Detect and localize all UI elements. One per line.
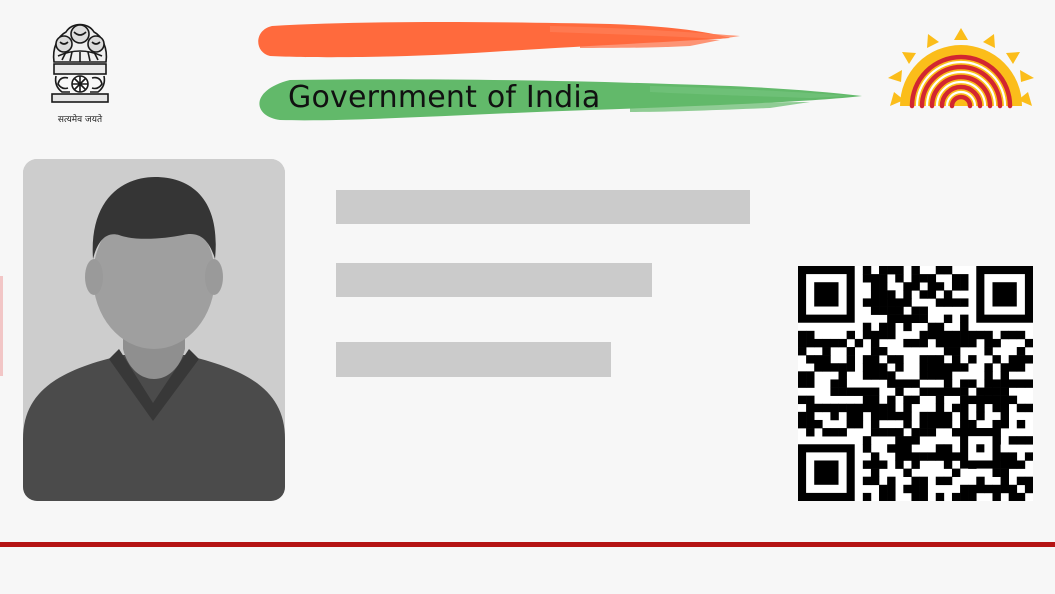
name-placeholder-bar <box>336 190 750 224</box>
qr-code-icon <box>798 266 1033 501</box>
photo-placeholder <box>23 159 285 501</box>
emblem: सत्यमेव जयते <box>44 12 116 127</box>
id-card: सत्यमेव जयते Government of India <box>0 0 1055 594</box>
aadhaar-sun-fingerprint-icon <box>888 28 1034 109</box>
dob-placeholder-bar <box>336 263 652 297</box>
person-placeholder-icon <box>23 159 285 501</box>
bottom-divider-line <box>0 542 1055 547</box>
ashoka-emblem-icon <box>51 23 109 103</box>
gender-placeholder-bar <box>336 342 611 377</box>
edge-tab <box>0 276 3 376</box>
page-title: Government of India <box>288 80 601 115</box>
emblem-motto: सत्यमेव जयते <box>57 115 103 125</box>
